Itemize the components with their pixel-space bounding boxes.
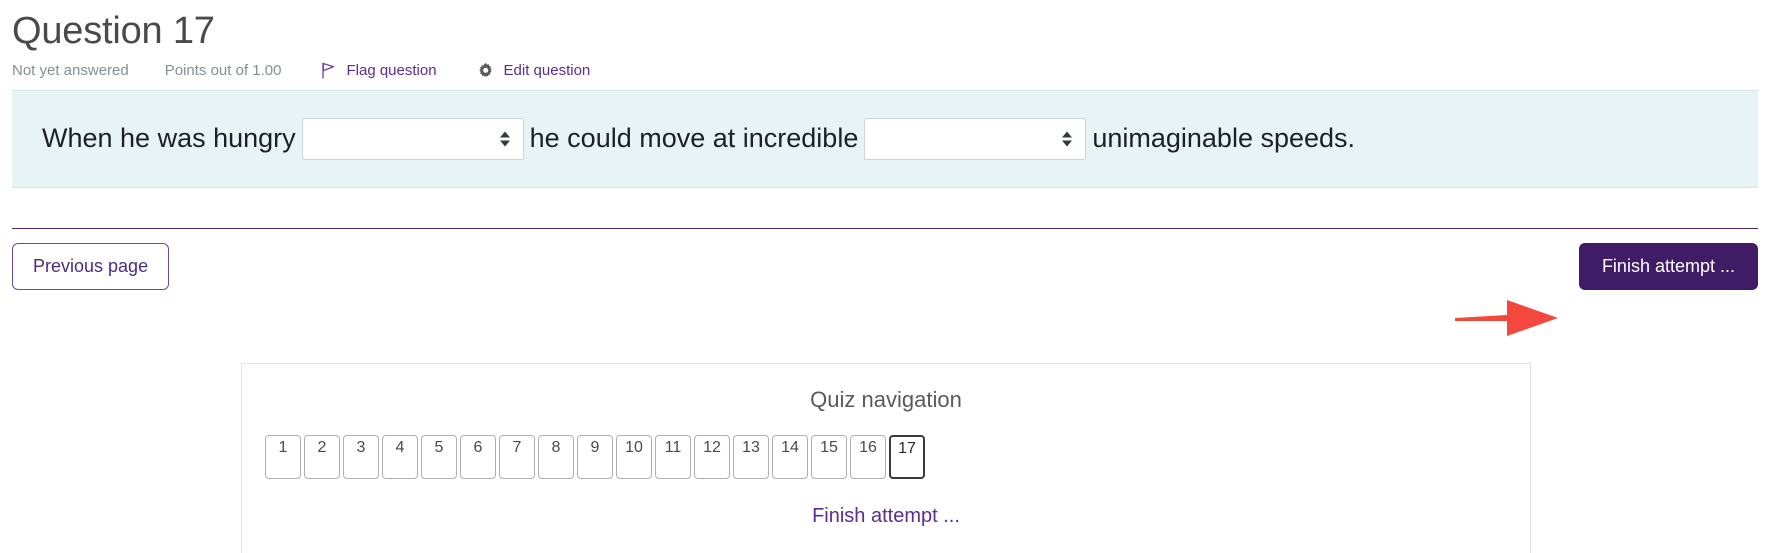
quiz-nav-question-12[interactable]: 12 <box>694 435 730 479</box>
gear-icon <box>477 62 495 80</box>
question-meta-row: Not yet answered Points out of 1.00 Flag… <box>12 56 1770 90</box>
chevron-updown-icon <box>499 131 510 147</box>
flag-icon <box>319 62 337 80</box>
flag-question-link[interactable]: Flag question <box>319 62 437 80</box>
chevron-updown-icon <box>1062 131 1073 147</box>
question-text: When he was hungry he could move at incr… <box>12 117 1356 160</box>
quiz-nav-question-6[interactable]: 6 <box>460 435 496 479</box>
quiz-navigation-question-list: 1 2 3 4 5 6 7 8 9 10 11 12 13 14 15 16 17 <box>242 413 1530 479</box>
quiz-nav-question-14[interactable]: 14 <box>772 435 808 479</box>
quiz-nav-question-10[interactable]: 10 <box>616 435 652 479</box>
quiz-nav-question-7[interactable]: 7 <box>499 435 535 479</box>
edit-question-label: Edit question <box>503 62 591 80</box>
quiz-nav-question-5[interactable]: 5 <box>421 435 457 479</box>
finish-attempt-button[interactable]: Finish attempt ... <box>1578 243 1758 291</box>
answer-select-blank-2[interactable] <box>864 117 1087 160</box>
quiz-nav-question-15[interactable]: 15 <box>811 435 847 479</box>
quiz-nav-question-4[interactable]: 4 <box>382 435 418 479</box>
question-points: Points out of 1.00 <box>164 62 282 80</box>
question-text-fragment-1: When he was hungry <box>42 123 296 154</box>
quiz-nav-question-11[interactable]: 11 <box>655 435 691 479</box>
quiz-nav-question-1[interactable]: 1 <box>265 435 301 479</box>
quiz-nav-question-2[interactable]: 2 <box>304 435 340 479</box>
quiz-navigation-panel: Quiz navigation 1 2 3 4 5 6 7 8 9 10 11 12 13 14 15 16 1… <box>241 363 1531 553</box>
question-header: Question 17 Not yet answered Points out … <box>0 0 1770 90</box>
quiz-navigation-title: Quiz navigation <box>810 387 962 412</box>
question-text-fragment-2: he could move at incredible <box>529 123 859 154</box>
quiz-nav-question-8[interactable]: 8 <box>538 435 574 479</box>
quiz-nav-question-17[interactable]: 17 <box>889 435 925 479</box>
page-navigation-row: Previous page Finish attempt ... <box>12 229 1758 305</box>
edit-question-link[interactable]: Edit question <box>477 62 591 80</box>
quiz-navigation-footer: Finish attempt ... <box>242 479 1530 528</box>
question-body: When he was hungry he could move at incr… <box>12 89 1758 188</box>
quiz-nav-question-9[interactable]: 9 <box>577 435 613 479</box>
quiz-nav-question-3[interactable]: 3 <box>343 435 379 479</box>
question-text-fragment-3: unimaginable speeds. <box>1092 123 1356 154</box>
finish-attempt-link[interactable]: Finish attempt ... <box>812 505 960 527</box>
flag-question-label: Flag question <box>346 62 437 80</box>
quiz-nav-question-13[interactable]: 13 <box>733 435 769 479</box>
question-status: Not yet answered <box>12 62 129 80</box>
page-title: Question 17 <box>12 10 215 52</box>
previous-page-button[interactable]: Previous page <box>12 243 170 291</box>
quiz-nav-question-16[interactable]: 16 <box>850 435 886 479</box>
answer-select-blank-1[interactable] <box>301 117 524 160</box>
